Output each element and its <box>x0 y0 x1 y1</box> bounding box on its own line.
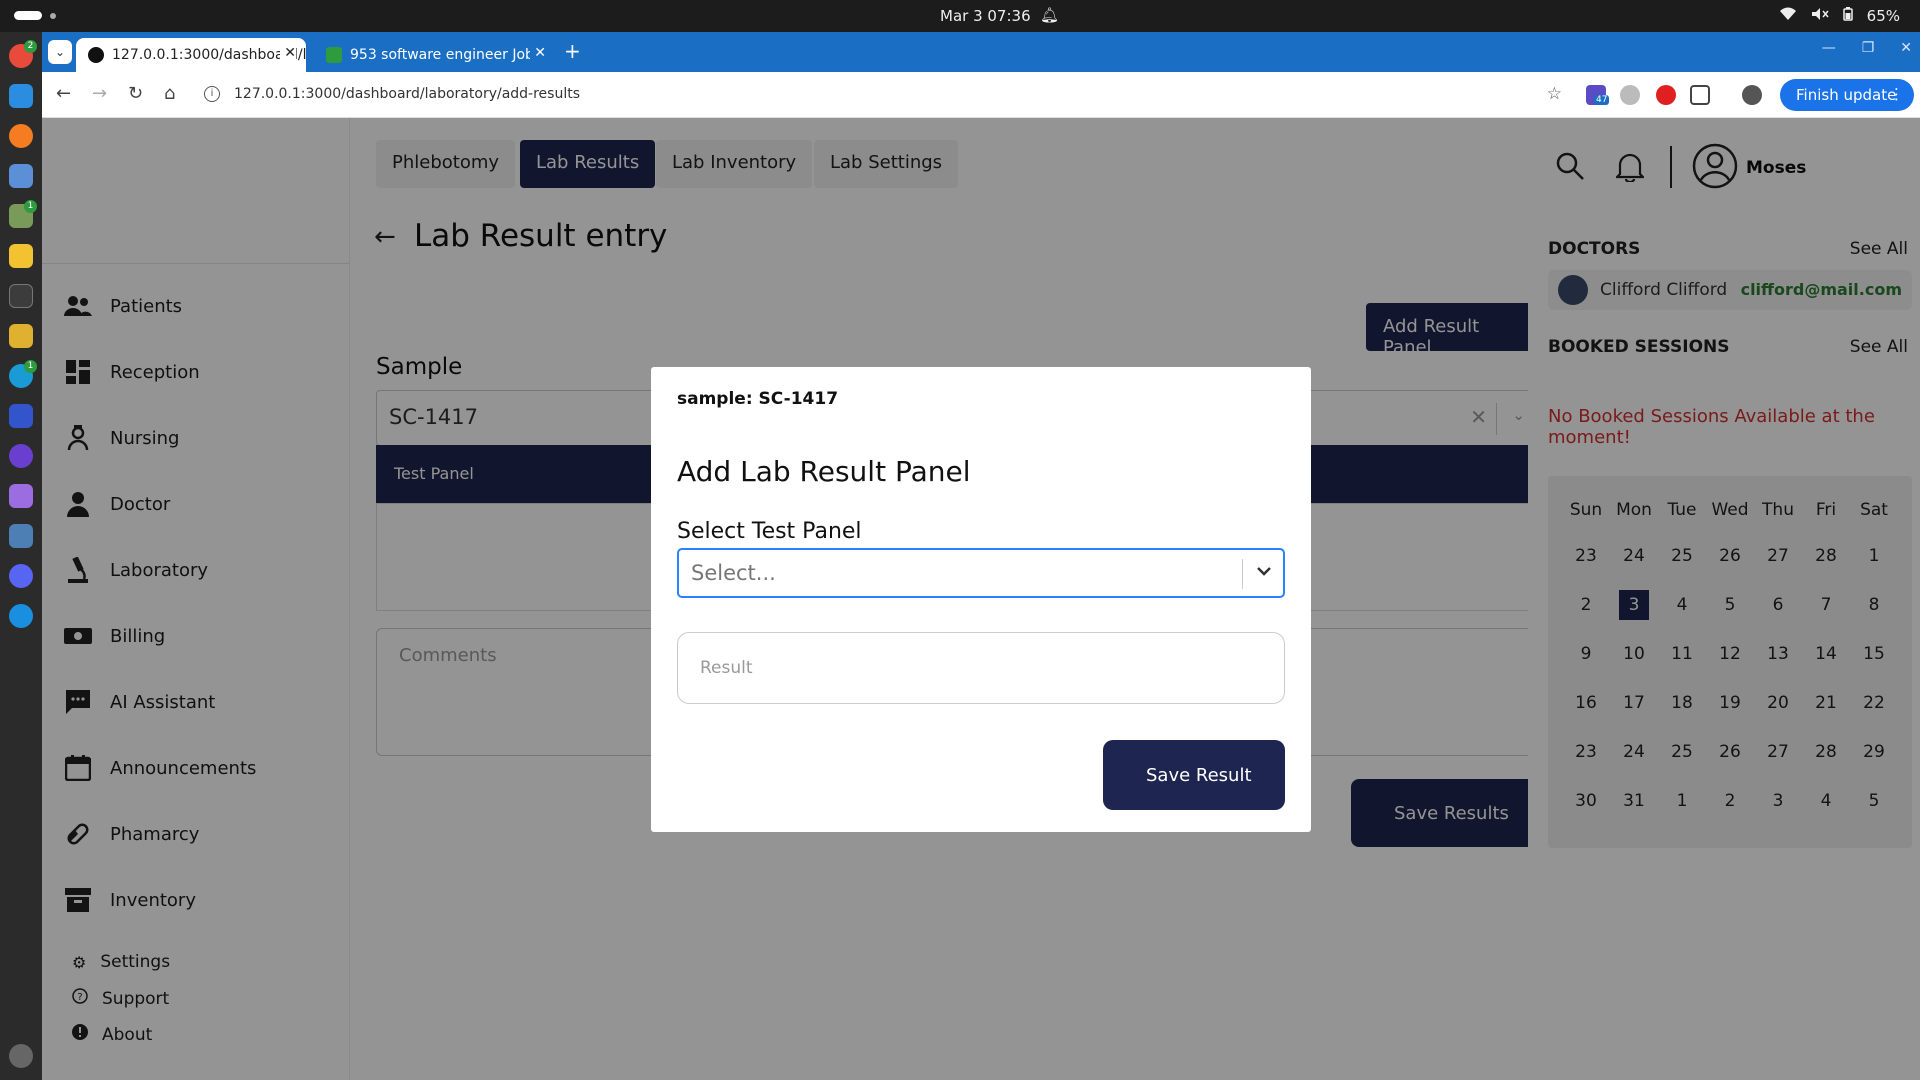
system-clock[interactable]: Mar 3 07:36 <box>940 7 1031 25</box>
bookmark-star-icon[interactable]: ☆ <box>1547 84 1562 104</box>
browser-tab-bar: ⌄ 127.0.0.1:3000/dashboard/laboratory/ad… <box>42 32 1920 72</box>
test-panel-select[interactable]: Select... <box>677 548 1285 598</box>
result-placeholder: Result <box>700 658 753 678</box>
thunderbird-icon[interactable] <box>9 604 33 628</box>
extension-badge: 47 <box>1594 95 1610 105</box>
chrome-icon[interactable]: 2 <box>9 40 37 68</box>
test-panel-placeholder: Select... <box>691 561 776 585</box>
tab-search-button[interactable]: ⌄ <box>48 40 72 64</box>
back-icon[interactable]: ← <box>56 83 71 104</box>
notification-bell-icon[interactable]: 🔔︎ <box>1040 6 1059 24</box>
workspace-indicator <box>50 13 56 19</box>
adblock-extension-icon[interactable] <box>1656 85 1676 105</box>
favicon-icon <box>326 47 342 63</box>
tab-jobs[interactable]: 953 software engineer Jobs ✕ <box>314 38 556 72</box>
select-separator <box>1242 559 1243 589</box>
reload-icon[interactable]: ↻ <box>128 83 143 104</box>
url-text[interactable]: 127.0.0.1:3000/dashboard/laboratory/add-… <box>234 86 580 102</box>
notes-icon[interactable] <box>9 244 33 268</box>
home-icon[interactable]: ⌂ <box>164 83 175 104</box>
os-top-bar: Mar 3 07:36 🔔︎ 65% <box>0 0 1920 32</box>
tab-dashboard[interactable]: 127.0.0.1:3000/dashboard/laboratory/add-… <box>76 38 306 72</box>
profile-avatar[interactable] <box>1742 85 1762 105</box>
volume-muted-icon <box>1811 7 1829 25</box>
favicon-icon <box>88 47 104 63</box>
app-dock: 2 1 1 <box>0 32 42 1080</box>
browser-toolbar: ← → ↻ ⌂ i 127.0.0.1:3000/dashboard/labor… <box>42 72 1920 118</box>
recycle-extension-icon[interactable] <box>1620 85 1640 105</box>
maximize-icon[interactable]: ❐ <box>1862 40 1875 56</box>
minimize-icon[interactable]: — <box>1822 40 1836 56</box>
firefox-icon[interactable] <box>9 124 33 148</box>
game-icon[interactable] <box>9 324 33 348</box>
kebab-menu-icon[interactable]: ⋮ <box>1889 85 1904 103</box>
result-input[interactable]: Result <box>677 632 1285 704</box>
battery-icon <box>1842 7 1853 25</box>
forward-icon[interactable]: → <box>92 83 107 104</box>
modal-sample-tag: sample: SC-1417 <box>677 389 839 409</box>
screenshot-icon[interactable] <box>9 164 33 188</box>
add-lab-result-modal: sample: SC-1417 Add Lab Result Panel Sel… <box>651 367 1311 832</box>
wifi-icon <box>1779 7 1797 25</box>
site-info-icon[interactable]: i <box>204 86 220 102</box>
tab-title: 953 software engineer Jobs <box>350 47 542 63</box>
chromium-icon[interactable]: 1 <box>9 360 37 388</box>
close-window-icon[interactable]: ✕ <box>1900 40 1912 56</box>
save-result-button[interactable]: Save Result <box>1103 740 1285 810</box>
postgres-icon[interactable] <box>9 524 33 548</box>
files-icon[interactable]: 1 <box>9 200 37 228</box>
extensions-puzzle-icon[interactable] <box>1690 85 1710 105</box>
select-test-panel-label: Select Test Panel <box>677 519 862 544</box>
new-tab-icon[interactable]: + <box>564 39 581 63</box>
modal-title: Add Lab Result Panel <box>677 455 971 488</box>
close-tab-icon[interactable]: ✕ <box>280 45 296 61</box>
tor-icon[interactable] <box>9 444 33 468</box>
tab-title: 127.0.0.1:3000/dashboard/laboratory/add-… <box>112 47 306 63</box>
close-tab-icon[interactable]: ✕ <box>530 45 546 61</box>
system-tray[interactable]: 65% <box>1779 7 1900 25</box>
chevron-down-icon[interactable] <box>1255 562 1273 584</box>
finish-update-label: Finish update <box>1796 86 1897 104</box>
battery-percentage: 65% <box>1866 7 1900 25</box>
show-apps-icon[interactable] <box>9 1044 33 1068</box>
vscode-icon[interactable] <box>9 84 33 108</box>
discord-icon[interactable] <box>9 564 33 588</box>
launcher-icon[interactable] <box>9 484 33 508</box>
terminal-icon[interactable] <box>9 284 33 308</box>
address-bar[interactable]: i 127.0.0.1:3000/dashboard/laboratory/ad… <box>192 79 1572 111</box>
jetbrains-icon[interactable] <box>9 404 33 428</box>
activities-button[interactable] <box>14 11 42 20</box>
finish-update-button[interactable]: Finish update ⋮ <box>1780 79 1914 111</box>
extension-icon[interactable]: 47 <box>1586 85 1610 105</box>
window-controls: — ❐ ✕ <box>1822 40 1912 56</box>
